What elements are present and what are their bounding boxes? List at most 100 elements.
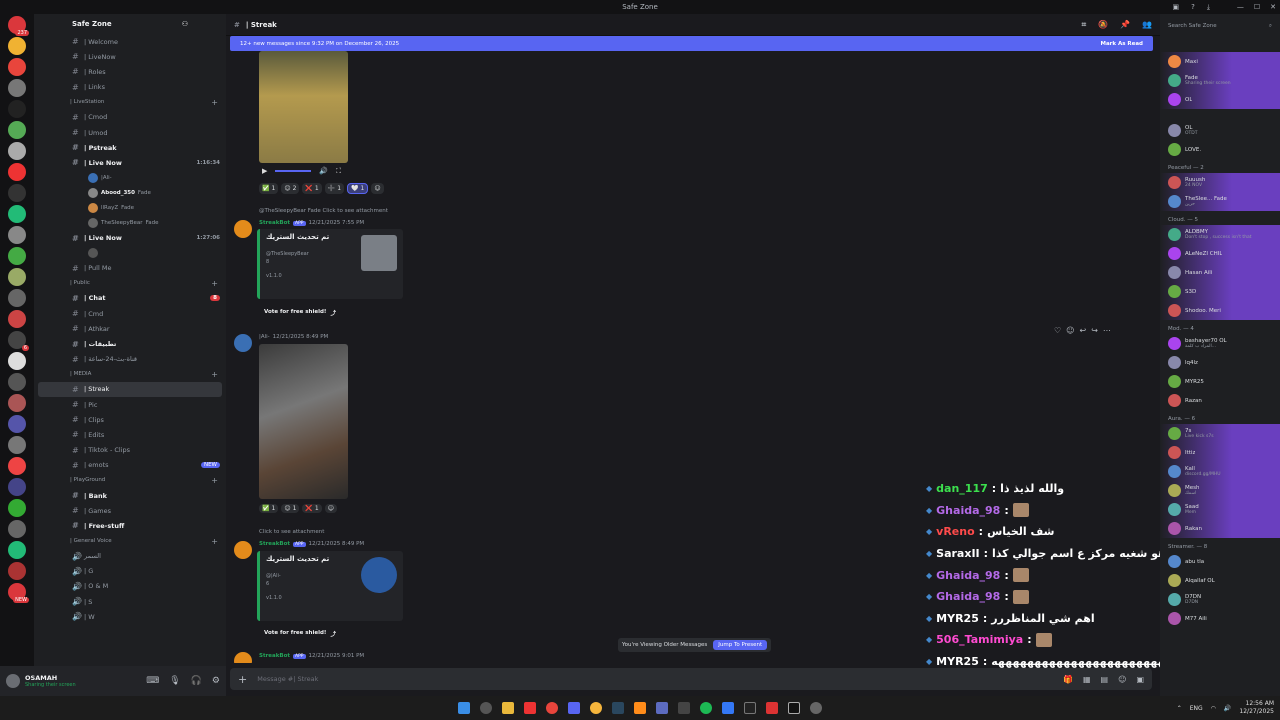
more-icon[interactable]: ⋯ [1103, 326, 1111, 335]
reaction[interactable]: ❌ 1 [302, 183, 322, 194]
avatar[interactable] [1168, 304, 1181, 317]
member-item[interactable]: M77 Aili [1160, 609, 1280, 628]
headphones-icon[interactable]: 🎧 [191, 676, 202, 686]
avatar[interactable] [88, 218, 98, 228]
author-name[interactable]: StreakBot [259, 541, 290, 547]
channel-free-stuff[interactable]: # | Free-stuff [34, 518, 226, 533]
emoji-icon[interactable]: ☺ [1118, 675, 1126, 684]
voice-channel-live-now-2[interactable]: # | Live Now 1:27:06 [34, 231, 226, 246]
apps-icon[interactable]: ▣ [1136, 675, 1144, 684]
author-name[interactable]: StreakBot [259, 653, 290, 659]
search-icon[interactable] [480, 702, 492, 714]
reaction[interactable]: ✅ 1 [259, 504, 279, 513]
voice-channel-top[interactable]: 🔊 السمر [34, 549, 226, 564]
threads-icon[interactable]: ⌗ [1082, 20, 1087, 30]
channel-24[interactable]: # | قناة-بث-24-ساعة [34, 352, 226, 367]
reaction[interactable]: ➕ 1 [324, 183, 345, 194]
author-name[interactable]: StreakBot [259, 220, 290, 226]
channel-chat[interactable]: # | Chat 8 [34, 291, 226, 306]
play-icon[interactable]: ▶ [262, 167, 267, 176]
channel-pic[interactable]: # | Pic [34, 397, 226, 412]
forward-icon[interactable]: ↪ [1091, 326, 1098, 335]
member-item[interactable]: TheSlee... Fade حزين [1160, 192, 1280, 211]
channel-s[interactable]: 🔊 | S [34, 594, 226, 609]
plus-icon[interactable]: + [211, 476, 218, 485]
photo-attachment[interactable] [259, 344, 348, 499]
member-item[interactable]: bashayer70 OL المراد ب كلمة... [1160, 334, 1280, 353]
fullscreen-icon[interactable]: ⛶ [336, 167, 341, 176]
channel-umod[interactable]: # | Umod [34, 125, 226, 140]
avatar[interactable] [1168, 74, 1181, 87]
avatar[interactable] [1168, 612, 1181, 625]
channel-o-m[interactable]: 🔊 | O & M [34, 579, 226, 594]
channel-welcome[interactable]: # | Welcome [34, 34, 226, 49]
file-explorer-icon[interactable] [502, 702, 514, 714]
avatar[interactable] [88, 188, 98, 198]
video-attachment[interactable] [259, 51, 348, 163]
avatar[interactable] [88, 173, 98, 183]
category-public[interactable]: | Public + [34, 276, 226, 291]
member-item[interactable]: OL OTDT [1160, 121, 1280, 140]
plus-icon[interactable]: + [211, 279, 218, 288]
member-item[interactable]: Fade Sharing their screen [1160, 71, 1280, 90]
member-item[interactable]: LOVE. [1160, 140, 1280, 159]
avatar[interactable] [1168, 356, 1181, 369]
avatar[interactable] [234, 334, 252, 352]
category-general-voice[interactable]: | General Voice + [34, 534, 226, 549]
members-icon[interactable]: 👥 [1142, 20, 1152, 30]
server-icon[interactable] [8, 100, 26, 119]
member-item[interactable]: Saad Mem [1160, 500, 1280, 519]
member-item[interactable]: Shodoo. Meri [1160, 301, 1280, 320]
member-item[interactable]: lq4lz [1160, 353, 1280, 372]
member-item[interactable]: Ittiz [1160, 443, 1280, 462]
member-item[interactable]: D7DN D7DN [1160, 590, 1280, 609]
channel-bank[interactable]: # | Bank [34, 488, 226, 503]
server-icon[interactable] [8, 520, 26, 539]
server-icon[interactable] [8, 310, 26, 329]
add-reaction-icon[interactable]: ☺ [324, 504, 337, 513]
avatar[interactable] [1168, 427, 1181, 440]
member-item[interactable]: abu tla [1160, 552, 1280, 571]
reaction[interactable]: 😊 1 [281, 504, 300, 513]
author-name[interactable]: |Ali- [259, 334, 270, 340]
member-item[interactable]: 7s Live kick s7s [1160, 424, 1280, 443]
avatar[interactable] [1168, 394, 1181, 407]
avatar[interactable] [1168, 337, 1181, 350]
voice-channel-pull-me[interactable]: # | Pull Me [34, 261, 226, 276]
reaction[interactable]: ❌ 1 [302, 504, 322, 513]
guild-header[interactable]: Safe Zone ⚇ [34, 14, 226, 34]
app-icon[interactable] [634, 702, 646, 714]
voice-channel-live-now-1[interactable]: # | Live Now 1:16:34 [34, 155, 226, 170]
plus-icon[interactable]: + [211, 98, 218, 107]
server-icon[interactable]: NEW [8, 583, 29, 604]
settings-icon[interactable]: ⚙ [212, 676, 220, 686]
avatar[interactable] [1168, 55, 1181, 68]
channel-links[interactable]: # | Links [34, 80, 226, 95]
avatar[interactable] [1168, 247, 1181, 260]
channel-emots[interactable]: # | emots NEW [34, 458, 226, 473]
volume-icon[interactable]: 🔊 [1224, 705, 1231, 712]
channel-g[interactable]: 🔊 | G [34, 564, 226, 579]
jump-to-present-button[interactable]: Jump To Present [713, 640, 768, 650]
member-item[interactable]: Mesh اسمك [1160, 481, 1280, 500]
clock[interactable]: 12:56 AM 12/27/2025 [1239, 700, 1274, 716]
minimize-icon[interactable]: — [1237, 3, 1244, 11]
avatar[interactable] [1168, 93, 1181, 106]
server-icon[interactable] [8, 163, 26, 182]
avatar[interactable] [234, 652, 252, 663]
mark-as-read-button[interactable]: Mark As Read [1100, 41, 1143, 47]
server-icon[interactable] [8, 205, 26, 224]
steam-icon[interactable] [612, 702, 624, 714]
app-icon[interactable] [722, 702, 734, 714]
gif-icon[interactable]: ▦ [1083, 675, 1091, 684]
avatar[interactable] [1168, 484, 1181, 497]
server-icon[interactable] [8, 289, 26, 308]
server-icon[interactable] [8, 394, 26, 413]
wifi-icon[interactable]: ◠ [1211, 705, 1216, 712]
reply-icon[interactable]: ↩ [1080, 326, 1087, 335]
channel-cmd[interactable]: # | Cmd [34, 306, 226, 321]
add-friend-icon[interactable]: ⚇ [182, 20, 188, 28]
avatar[interactable] [1168, 124, 1181, 137]
server-icon[interactable] [8, 436, 26, 455]
channel-games[interactable]: # | Games [34, 503, 226, 518]
